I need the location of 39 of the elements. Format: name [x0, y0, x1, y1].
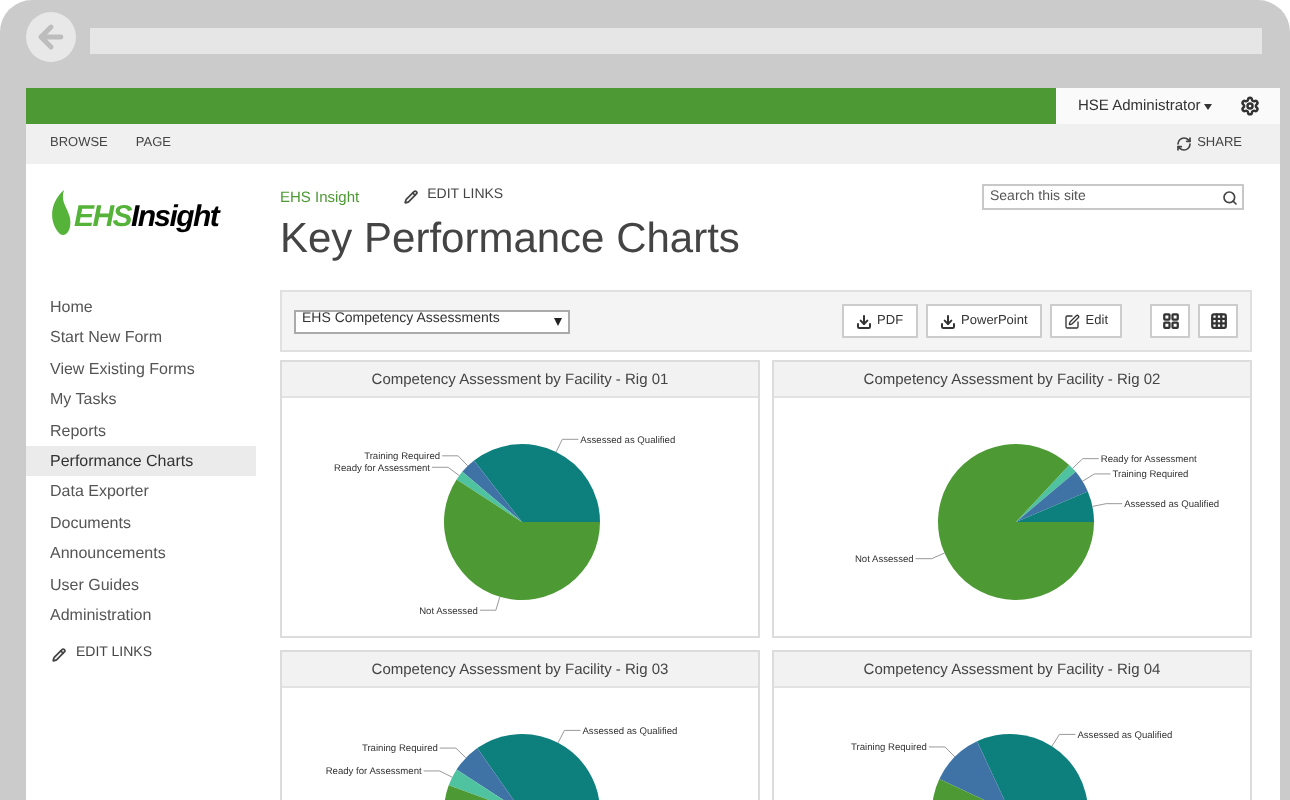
download-icon — [939, 313, 956, 329]
nav-item[interactable]: My Tasks — [26, 384, 256, 416]
logo-text: EHSInsight — [74, 200, 219, 236]
leader-line — [557, 729, 581, 744]
grid-icon — [1161, 312, 1179, 330]
search-icon[interactable] — [1222, 189, 1238, 205]
share-icon — [1175, 136, 1192, 152]
leader-line — [1082, 473, 1111, 482]
nav-item[interactable]: Administration — [26, 599, 256, 631]
leader-line — [439, 747, 467, 759]
nav-item[interactable]: Start New Form — [26, 322, 256, 354]
leader-line — [1072, 458, 1100, 469]
leader-line — [915, 552, 945, 560]
leaf-logo-icon — [50, 190, 74, 238]
view-button[interactable] — [1150, 304, 1190, 338]
leader-line — [1051, 733, 1076, 747]
grid-icon — [1209, 312, 1227, 330]
nav-item[interactable]: User Guides — [26, 569, 256, 600]
leader-line — [555, 438, 579, 453]
leader-line — [479, 596, 501, 611]
nav-item[interactable]: Documents — [26, 507, 256, 539]
dropdown-caret-icon — [1204, 103, 1213, 109]
download-icon — [855, 313, 872, 329]
leader-line — [1091, 503, 1123, 507]
nav-item[interactable]: Performance Charts — [26, 445, 256, 477]
leader-line — [928, 746, 956, 758]
nav-item[interactable]: Reports — [26, 415, 256, 446]
nav-item[interactable]: Announcements — [26, 538, 256, 570]
edit-icon — [1063, 313, 1080, 329]
nav-item[interactable]: Data Exporter — [26, 476, 256, 508]
pencil-icon — [52, 648, 66, 663]
page-title: Key Performance Charts — [280, 214, 742, 266]
settings-icon[interactable] — [1240, 96, 1260, 116]
leader-line — [423, 770, 453, 778]
nav-item[interactable]: Home — [26, 292, 256, 323]
nav-item[interactable]: View Existing Forms — [26, 353, 256, 385]
view-button[interactable] — [1198, 304, 1238, 338]
dropdown-caret-icon — [554, 317, 562, 325]
pencil-icon — [403, 190, 418, 204]
